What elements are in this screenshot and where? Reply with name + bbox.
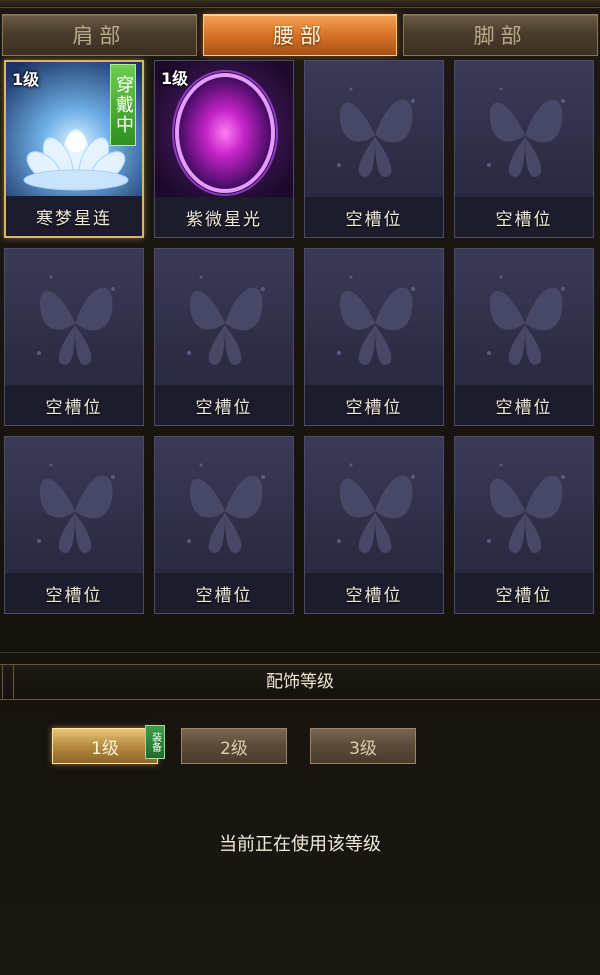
slot-name: 空槽位 [305,385,443,425]
tab-waist[interactable]: 腰部 [202,14,398,56]
level-1-label: 1级 [91,738,119,759]
slot-10[interactable]: 空槽位 [154,436,294,614]
slot-9[interactable]: 空槽位 [4,436,144,614]
slot-art [305,249,443,385]
slot-name: 空槽位 [455,573,593,613]
slot-name: 紫微星光 [155,197,293,237]
slot-2[interactable]: 1级 紫微星光 [154,60,294,238]
slot-name: 空槽位 [455,385,593,425]
slot-art [305,437,443,573]
butterfly-icon [337,275,415,365]
equipped-tag: 装备 [145,725,165,759]
level-3-label: 3级 [349,738,377,759]
slot-art [155,437,293,573]
slot-7[interactable]: 空槽位 [304,248,444,426]
accessory-grid: 1级 穿戴中 寒梦星连 1级 紫微星光 空槽位 空槽位 空槽位 空槽位 空槽位 … [4,60,596,616]
slot-name: 空槽位 [155,385,293,425]
butterfly-icon [487,275,565,365]
slot-11[interactable]: 空槽位 [304,436,444,614]
level-status-text: 当前正在使用该等级 [219,834,381,855]
butterfly-icon [337,463,415,553]
worn-badge: 穿戴中 [110,64,136,146]
level-1-button[interactable]: 1级 装备 [52,725,165,764]
slot-level: 1级 [12,70,40,89]
slot-name: 空槽位 [5,573,143,613]
divider [0,652,600,653]
slot-name: 空槽位 [305,197,443,237]
slot-name: 寒梦星连 [6,196,142,236]
slot-name: 空槽位 [305,573,443,613]
slot-name: 空槽位 [5,385,143,425]
slot-art [5,249,143,385]
tab-foot[interactable]: 脚部 [403,14,599,56]
slot-6[interactable]: 空槽位 [154,248,294,426]
level-3-button[interactable]: 3级 [310,728,416,764]
slot-art [155,249,293,385]
level-section-title: 配饰等级 [266,672,334,692]
slot-level: 1级 [161,69,189,88]
butterfly-icon [37,275,115,365]
slot-art [455,437,593,573]
slot-art [455,249,593,385]
butterfly-icon [187,275,265,365]
tab-shoulder[interactable]: 肩部 [2,14,197,56]
top-border [0,0,600,8]
slot-name: 空槽位 [455,197,593,237]
level-2-button[interactable]: 2级 [181,728,287,764]
butterfly-icon [37,463,115,553]
slot-4[interactable]: 空槽位 [454,60,594,238]
butterfly-icon [187,463,265,553]
slot-3[interactable]: 空槽位 [304,60,444,238]
butterfly-icon [337,87,415,177]
slot-art [5,437,143,573]
slot-art [455,61,593,197]
slot-1[interactable]: 1级 穿戴中 寒梦星连 [4,60,144,238]
butterfly-icon [487,463,565,553]
category-tabs: 肩部 腰部 脚部 [2,14,599,56]
level-2-label: 2级 [220,738,248,759]
slot-12[interactable]: 空槽位 [454,436,594,614]
slot-art [305,61,443,197]
butterfly-icon [487,87,565,177]
slot-5[interactable]: 空槽位 [4,248,144,426]
slot-8[interactable]: 空槽位 [454,248,594,426]
slot-name: 空槽位 [155,573,293,613]
